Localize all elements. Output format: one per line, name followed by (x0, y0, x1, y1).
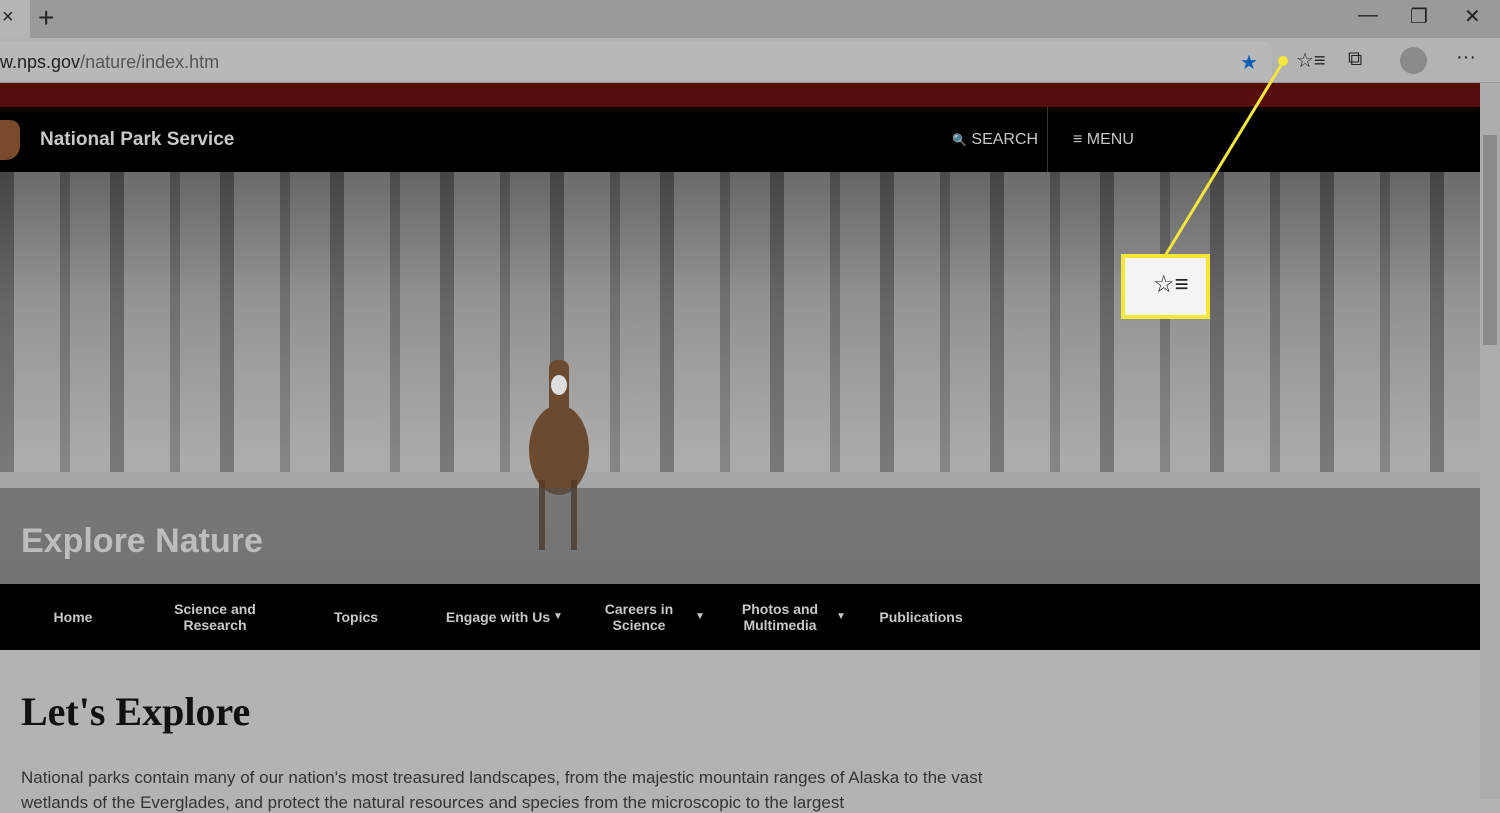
callout-pointer (1163, 56, 1288, 257)
favorites-callout: ☆≡ (1121, 254, 1210, 319)
favorites-icon-enlarged: ☆≡ (1153, 271, 1189, 298)
